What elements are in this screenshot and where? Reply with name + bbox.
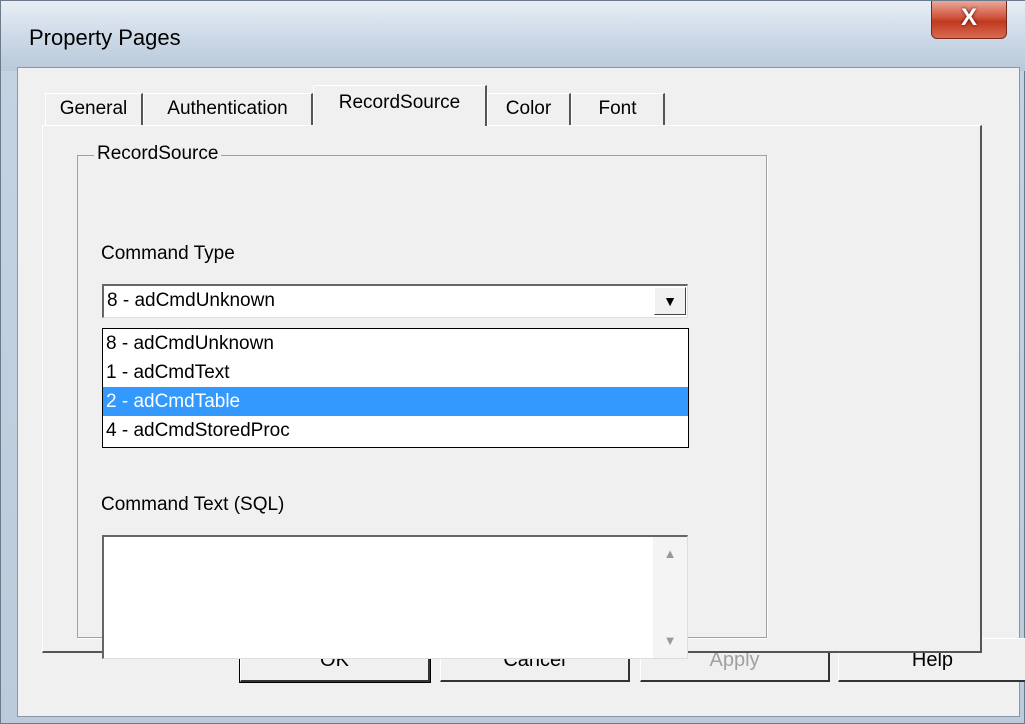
tab-label: Font xyxy=(598,98,637,119)
tab-page-recordsource: RecordSource Command Type 8 - adCmdUnkno… xyxy=(42,125,982,659)
dropdown-option-highlighted[interactable]: 2 - adCmdTable xyxy=(103,387,688,416)
command-text-label: Command Text (SQL) xyxy=(101,494,285,515)
tab-label: Color xyxy=(505,98,552,119)
tab-recordsource[interactable]: RecordSource xyxy=(313,85,487,126)
tab-authentication[interactable]: Authentication xyxy=(143,93,313,125)
dialog-window: Property Pages X General Authentication … xyxy=(0,0,1025,724)
groupbox-title: RecordSource xyxy=(94,143,222,165)
command-type-label: Command Type xyxy=(101,243,235,264)
combobox-value: 8 - adCmdUnknown xyxy=(107,290,275,311)
command-text-input[interactable]: ▲ ▼ xyxy=(102,535,688,659)
vertical-scrollbar[interactable]: ▲ ▼ xyxy=(653,537,687,658)
dropdown-option[interactable]: 8 - adCmdUnknown xyxy=(103,329,688,358)
tab-label: Authentication xyxy=(167,98,288,119)
command-type-dropdown-list: 8 - adCmdUnknown 1 - adCmdText 2 - adCmd… xyxy=(102,328,689,448)
chevron-down-icon: ▼ xyxy=(663,293,677,309)
scroll-down-arrow-icon[interactable]: ▼ xyxy=(653,626,687,656)
scroll-up-arrow-icon[interactable]: ▲ xyxy=(653,539,687,569)
tab-label: General xyxy=(59,98,128,119)
tab-general[interactable]: General xyxy=(45,93,143,125)
title-bar[interactable]: Property Pages X xyxy=(1,1,1025,71)
close-icon: X xyxy=(960,4,977,31)
tab-label: RecordSource xyxy=(338,92,461,113)
command-type-combobox[interactable]: 8 - adCmdUnknown ▼ xyxy=(102,284,688,318)
tab-color[interactable]: Color xyxy=(487,93,571,125)
dialog-client-area: General Authentication RecordSource Colo… xyxy=(17,67,1025,717)
dropdown-option[interactable]: 4 - adCmdStoredProc xyxy=(103,416,688,445)
tab-font[interactable]: Font xyxy=(571,93,665,125)
close-button[interactable]: X xyxy=(931,1,1007,39)
dropdown-button[interactable]: ▼ xyxy=(654,287,686,315)
dropdown-option[interactable]: 1 - adCmdText xyxy=(103,358,688,387)
window-title: Property Pages xyxy=(29,25,181,50)
